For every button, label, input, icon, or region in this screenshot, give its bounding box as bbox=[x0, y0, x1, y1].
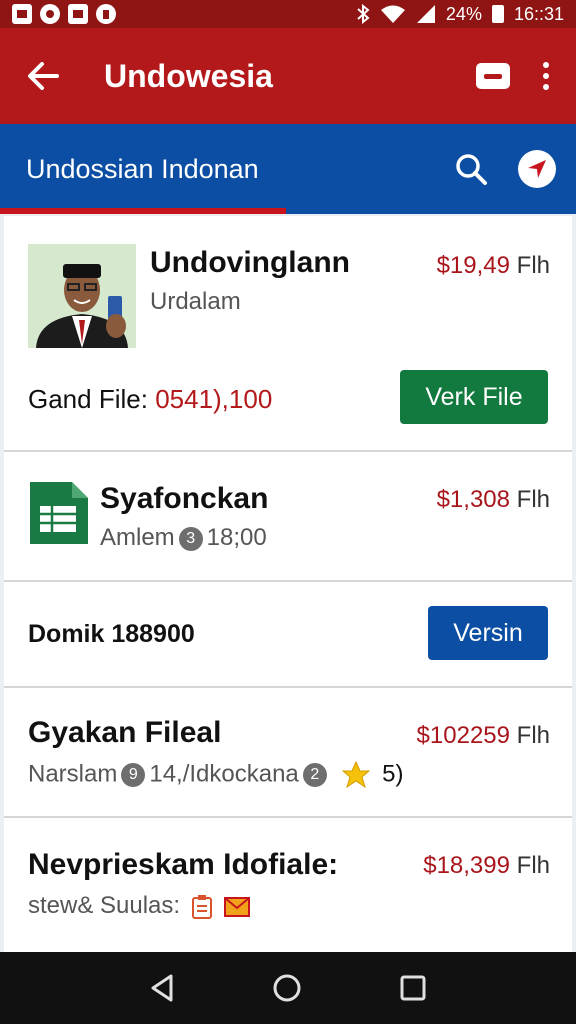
app-title: Undowesia bbox=[104, 57, 273, 94]
battery-percent: 24% bbox=[445, 3, 482, 24]
navigation-button[interactable] bbox=[518, 150, 556, 188]
item-price: $19,49 Flh bbox=[436, 252, 550, 279]
count-badge: 2 bbox=[302, 763, 327, 787]
list-item[interactable]: Nevprieskam Idofiale: stew& Suulas: $18,… bbox=[4, 818, 572, 952]
star-icon bbox=[342, 760, 371, 789]
back-arrow-icon bbox=[28, 62, 59, 90]
item-title: Gyakan Fileal bbox=[28, 716, 222, 749]
item-title: Nevprieskam Idofiale: bbox=[28, 848, 339, 881]
wifi-icon bbox=[380, 5, 405, 23]
item-price: $18,399 Flh bbox=[423, 852, 550, 879]
item-title: Domik 188900 bbox=[28, 620, 195, 648]
search-bar: Undossian Indonan bbox=[0, 124, 576, 214]
file-value: 0541),100 bbox=[155, 384, 273, 414]
home-nav-icon[interactable] bbox=[272, 973, 302, 1003]
item-list: Undovinglann Urdalam $19,49 Flh Gand Fil… bbox=[4, 216, 572, 952]
item-price: $1,308 Flh bbox=[436, 486, 550, 513]
search-bar-text[interactable]: Undossian Indonan bbox=[0, 154, 259, 185]
lock-app-icon bbox=[96, 4, 116, 24]
list-item[interactable]: Domik 188900 Versin bbox=[4, 582, 572, 688]
document-icon bbox=[30, 482, 88, 544]
card-icon[interactable] bbox=[476, 63, 510, 89]
count-badge: 3 bbox=[178, 526, 203, 551]
item-subtitle: Amlem 3 18;00 bbox=[100, 524, 267, 551]
list-item[interactable]: Gyakan Fileal Narslam 9 14,/Idkockana 2 5) … bbox=[4, 688, 572, 818]
item-title: Syafonckan bbox=[100, 482, 269, 515]
envelope-icon bbox=[224, 896, 251, 917]
back-nav-icon[interactable] bbox=[149, 973, 175, 1003]
status-bar: 24% 16::31 bbox=[0, 0, 576, 28]
back-button[interactable] bbox=[0, 28, 86, 124]
battery-icon bbox=[491, 5, 504, 23]
recents-nav-icon[interactable] bbox=[399, 974, 427, 1002]
item-time: 18;00 bbox=[206, 524, 267, 551]
clock: 16::31 bbox=[513, 3, 564, 24]
more-vert-icon[interactable] bbox=[538, 62, 554, 90]
item-price: $102259 Flh bbox=[416, 722, 550, 749]
versin-button[interactable]: Versin bbox=[428, 606, 548, 660]
list-item[interactable]: Undovinglann Urdalam $19,49 Flh Gand Fil… bbox=[4, 216, 572, 452]
signal-icon bbox=[416, 5, 435, 23]
file-label: Gand File: bbox=[28, 384, 148, 414]
item-subtitle: stew& Suulas: bbox=[28, 892, 251, 920]
tab-indicator bbox=[0, 208, 286, 214]
app-bar: Undowesia bbox=[0, 28, 576, 124]
file-info: Gand File: 0541),100 bbox=[28, 384, 272, 415]
list-item[interactable]: Syafonckan Amlem 3 18;00 $1,308 Flh bbox=[4, 452, 572, 582]
count-badge: 9 bbox=[121, 763, 146, 787]
item-rating: 5) bbox=[382, 760, 404, 788]
search-icon[interactable] bbox=[454, 152, 488, 186]
system-nav-bar bbox=[0, 952, 576, 1024]
item-subtitle: Urdalam bbox=[150, 288, 241, 315]
navigation-icon bbox=[528, 160, 546, 178]
item-title: Undovinglann bbox=[150, 246, 350, 279]
verk-file-button[interactable]: Verk File bbox=[400, 370, 548, 424]
gallery-icon bbox=[12, 4, 32, 24]
status-bar-notification-icons bbox=[12, 4, 116, 24]
camera-icon bbox=[40, 4, 60, 24]
bluetooth-icon bbox=[357, 4, 370, 24]
image-icon bbox=[68, 4, 88, 24]
status-bar-system-icons: 24% 16::31 bbox=[356, 4, 564, 25]
clipboard-icon bbox=[191, 894, 212, 919]
item-subtitle: Narslam 9 14,/Idkockana 2 5) bbox=[28, 760, 403, 790]
avatar bbox=[28, 244, 136, 348]
